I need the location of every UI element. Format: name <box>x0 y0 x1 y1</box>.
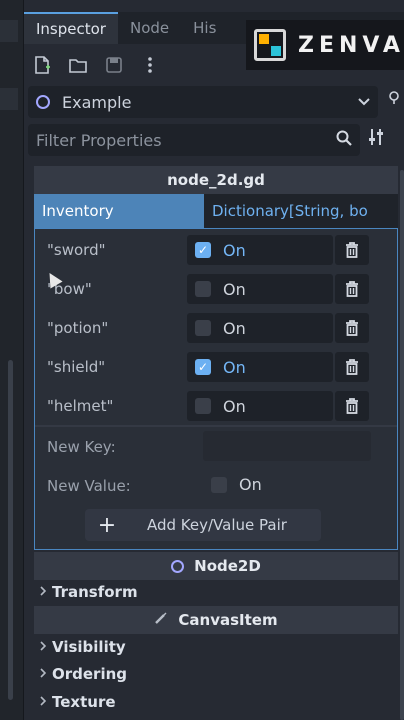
inspector-scrollbar[interactable] <box>400 170 404 720</box>
dictionary-entry: "helmet" On <box>35 388 397 422</box>
entry-key[interactable]: "helmet" <box>47 397 113 415</box>
texture-group[interactable]: Texture <box>34 689 398 715</box>
filter-placeholder: Filter Properties <box>36 130 162 150</box>
new-key-label: New Key: <box>47 438 116 456</box>
tab-node[interactable]: Node <box>118 12 181 44</box>
entry-value-toggle[interactable]: On <box>187 313 333 343</box>
inspector-toolbar <box>24 46 404 84</box>
checkbox-unchecked-icon[interactable] <box>195 320 211 336</box>
checkbox-checked-icon[interactable]: ✓ <box>195 242 211 258</box>
divider <box>35 425 397 427</box>
trash-icon <box>346 398 358 414</box>
left-dock-tab[interactable] <box>0 20 18 42</box>
tab-inspector[interactable]: Inspector <box>24 12 118 44</box>
entry-value-label: On <box>223 318 246 338</box>
checkbox-unchecked-icon[interactable] <box>211 476 227 493</box>
new-value-text: On <box>239 475 262 494</box>
node-ring-icon <box>36 95 50 109</box>
entry-value-label: On <box>223 396 246 416</box>
ordering-group[interactable]: Ordering <box>34 661 398 687</box>
dictionary-property-tabs: Inventory Dictionary[String, bo <box>34 194 398 228</box>
entry-value-label: On <box>223 357 246 377</box>
object-selector[interactable]: Example <box>28 86 378 118</box>
left-scrollbar[interactable] <box>8 360 13 700</box>
tab-history[interactable]: His <box>181 12 228 44</box>
entry-key[interactable]: "potion" <box>47 319 108 337</box>
object-selector-value: Example <box>62 92 132 112</box>
ordering-label: Ordering <box>52 665 128 683</box>
dictionary-type-button[interactable]: Dictionary[String, bo <box>204 194 398 228</box>
delete-entry-button[interactable] <box>335 274 369 304</box>
trash-icon <box>346 359 358 375</box>
dictionary-entry: "potion" On <box>35 310 397 344</box>
new-script-icon[interactable] <box>24 47 60 83</box>
entry-value-toggle[interactable]: On <box>187 274 333 304</box>
checkbox-unchecked-icon[interactable] <box>195 281 211 297</box>
visibility-group[interactable]: Visibility <box>34 634 398 660</box>
visibility-label: Visibility <box>52 638 126 656</box>
left-dock-tab[interactable] <box>0 88 18 110</box>
trash-icon <box>346 320 358 336</box>
dictionary-entry: "bow" On <box>35 271 397 305</box>
new-value-label: New Value: <box>47 477 131 495</box>
entry-value-toggle[interactable]: ✓ On <box>187 352 333 382</box>
new-key-field[interactable] <box>203 431 371 461</box>
trash-icon <box>346 242 358 258</box>
delete-entry-button[interactable] <box>335 352 369 382</box>
entry-value-toggle[interactable]: On <box>187 391 333 421</box>
checkbox-unchecked-icon[interactable] <box>195 398 211 414</box>
checkbox-checked-icon[interactable]: ✓ <box>195 359 211 375</box>
property-filter-options-icon[interactable] <box>368 128 384 150</box>
brush-icon <box>154 611 168 629</box>
search-icon <box>336 130 352 150</box>
script-section-header[interactable]: node_2d.gd <box>34 166 398 194</box>
inventory-property-label[interactable]: Inventory <box>34 194 204 228</box>
filter-properties-input[interactable]: Filter Properties <box>28 124 360 156</box>
delete-entry-button[interactable] <box>335 391 369 421</box>
new-value-toggle[interactable]: On <box>211 475 262 494</box>
more-vertical-icon[interactable] <box>132 47 168 83</box>
dictionary-editor: "sword" ✓ On "bow" On "potion" On "shiel… <box>34 228 398 550</box>
canvasitem-section-header[interactable]: CanvasItem <box>34 606 398 634</box>
delete-entry-button[interactable] <box>335 235 369 265</box>
chevron-right-icon <box>34 667 52 681</box>
plus-icon: + <box>97 512 117 538</box>
add-key-value-pair-button[interactable]: + Add Key/Value Pair <box>85 509 321 541</box>
entry-value-toggle[interactable]: ✓ On <box>187 235 333 265</box>
entry-value-label: On <box>223 279 246 299</box>
node2d-label: Node2D <box>194 557 261 575</box>
canvasitem-label: CanvasItem <box>178 611 278 629</box>
inspector-panel: Inspector Node His ZENVA Example Filter … <box>24 0 404 720</box>
delete-entry-button[interactable] <box>335 313 369 343</box>
transform-label: Transform <box>52 583 138 601</box>
chevron-down-icon <box>358 94 370 110</box>
transform-group[interactable]: Transform <box>34 579 398 605</box>
entry-key[interactable]: "shield" <box>47 358 105 376</box>
add-button-label: Add Key/Value Pair <box>147 516 287 534</box>
save-icon[interactable] <box>96 47 132 83</box>
trash-icon <box>346 281 358 297</box>
entry-value-label: On <box>223 240 246 260</box>
chevron-right-icon <box>34 640 52 654</box>
left-dock-strip <box>0 0 24 720</box>
chevron-right-icon <box>34 585 52 599</box>
texture-label: Texture <box>52 693 116 711</box>
dictionary-entry: "sword" ✓ On <box>35 232 397 266</box>
open-folder-icon[interactable] <box>60 47 96 83</box>
chevron-right-icon <box>34 695 52 709</box>
doc-icon[interactable] <box>384 90 404 115</box>
dictionary-entry: "shield" ✓ On <box>35 349 397 383</box>
node2d-ring-icon <box>171 559 185 573</box>
entry-key[interactable]: "sword" <box>47 241 105 259</box>
node2d-section-header[interactable]: Node2D <box>34 552 398 580</box>
